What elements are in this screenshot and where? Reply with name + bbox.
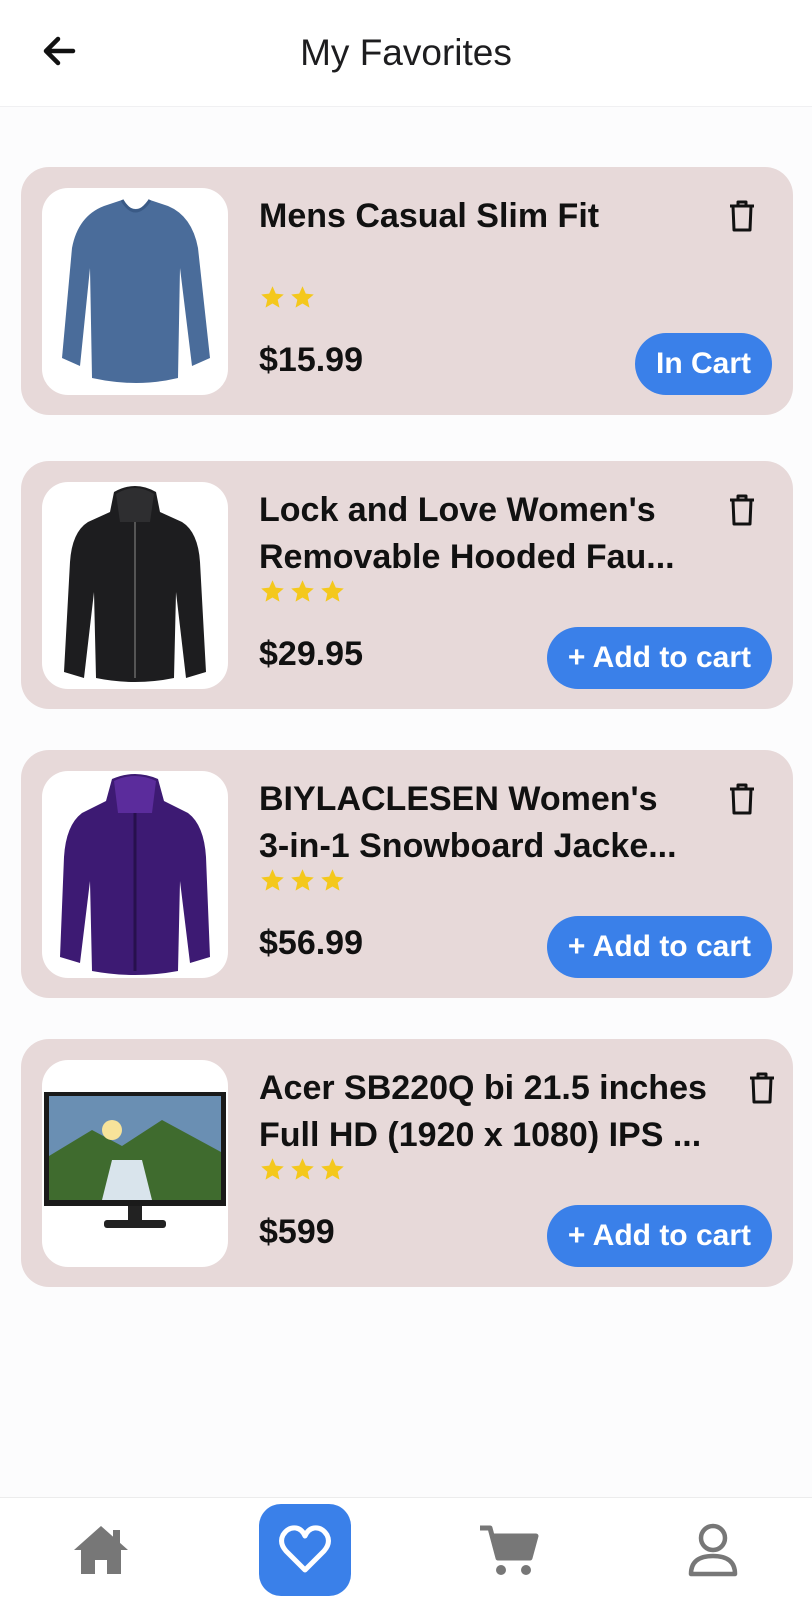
product-name[interactable]: Acer SB220Q bi 21.5 inches Full HD (1920…	[259, 1065, 769, 1159]
nav-favorites[interactable]	[255, 1498, 355, 1601]
star-icon	[321, 580, 344, 602]
rating-stars	[259, 578, 346, 606]
product-name[interactable]: Mens Casual Slim Fit	[259, 193, 769, 240]
heart-icon	[279, 1524, 331, 1572]
star-icon	[321, 1158, 344, 1180]
rating-stars	[259, 1156, 346, 1184]
user-icon	[688, 1523, 738, 1576]
bottom-navigation	[0, 1497, 812, 1601]
star-icon	[291, 286, 314, 308]
product-price: $599	[259, 1213, 335, 1251]
add-to-cart-button[interactable]: + Add to cart	[546, 627, 772, 689]
nav-profile[interactable]	[663, 1498, 763, 1601]
star-icon	[291, 1158, 314, 1180]
product-price: $29.95	[259, 635, 363, 673]
favorite-item[interactable]: Acer SB220Q bi 21.5 inches Full HD (1920…	[21, 1039, 793, 1287]
rating-stars	[259, 867, 346, 895]
product-image	[42, 771, 228, 978]
trash-icon[interactable]	[727, 493, 757, 527]
product-name[interactable]: BIYLACLESEN Women's 3-in-1 Snowboard Jac…	[259, 776, 769, 870]
star-icon	[291, 869, 314, 891]
star-icon	[261, 580, 284, 602]
page-title: My Favorites	[300, 32, 512, 73]
product-price: $15.99	[259, 341, 363, 379]
product-image	[42, 482, 228, 689]
nav-cart[interactable]	[459, 1498, 559, 1601]
favorite-item[interactable]: Mens Casual Slim Fit $15.99 In Cart	[21, 167, 793, 415]
star-icon	[291, 580, 314, 602]
star-icon	[321, 869, 344, 891]
cart-icon	[480, 1525, 539, 1575]
product-price: $56.99	[259, 924, 363, 962]
home-icon	[74, 1525, 128, 1574]
trash-icon[interactable]	[727, 782, 757, 816]
product-name[interactable]: Lock and Love Women's Removable Hooded F…	[259, 487, 769, 581]
in-cart-button[interactable]: In Cart	[634, 333, 772, 395]
star-icon	[261, 869, 284, 891]
trash-icon[interactable]	[747, 1071, 777, 1105]
nav-home[interactable]	[51, 1498, 151, 1601]
product-image	[42, 188, 228, 395]
star-icon	[261, 286, 284, 308]
favorite-item[interactable]: BIYLACLESEN Women's 3-in-1 Snowboard Jac…	[21, 750, 793, 998]
add-to-cart-button[interactable]: + Add to cart	[546, 916, 772, 978]
add-to-cart-button[interactable]: + Add to cart	[546, 1205, 772, 1267]
rating-stars	[259, 284, 316, 312]
favorite-item[interactable]: Lock and Love Women's Removable Hooded F…	[21, 461, 793, 709]
top-app-bar: My Favorites	[0, 0, 812, 107]
product-image	[42, 1060, 228, 1267]
star-icon	[261, 1158, 284, 1180]
trash-icon[interactable]	[727, 199, 757, 233]
